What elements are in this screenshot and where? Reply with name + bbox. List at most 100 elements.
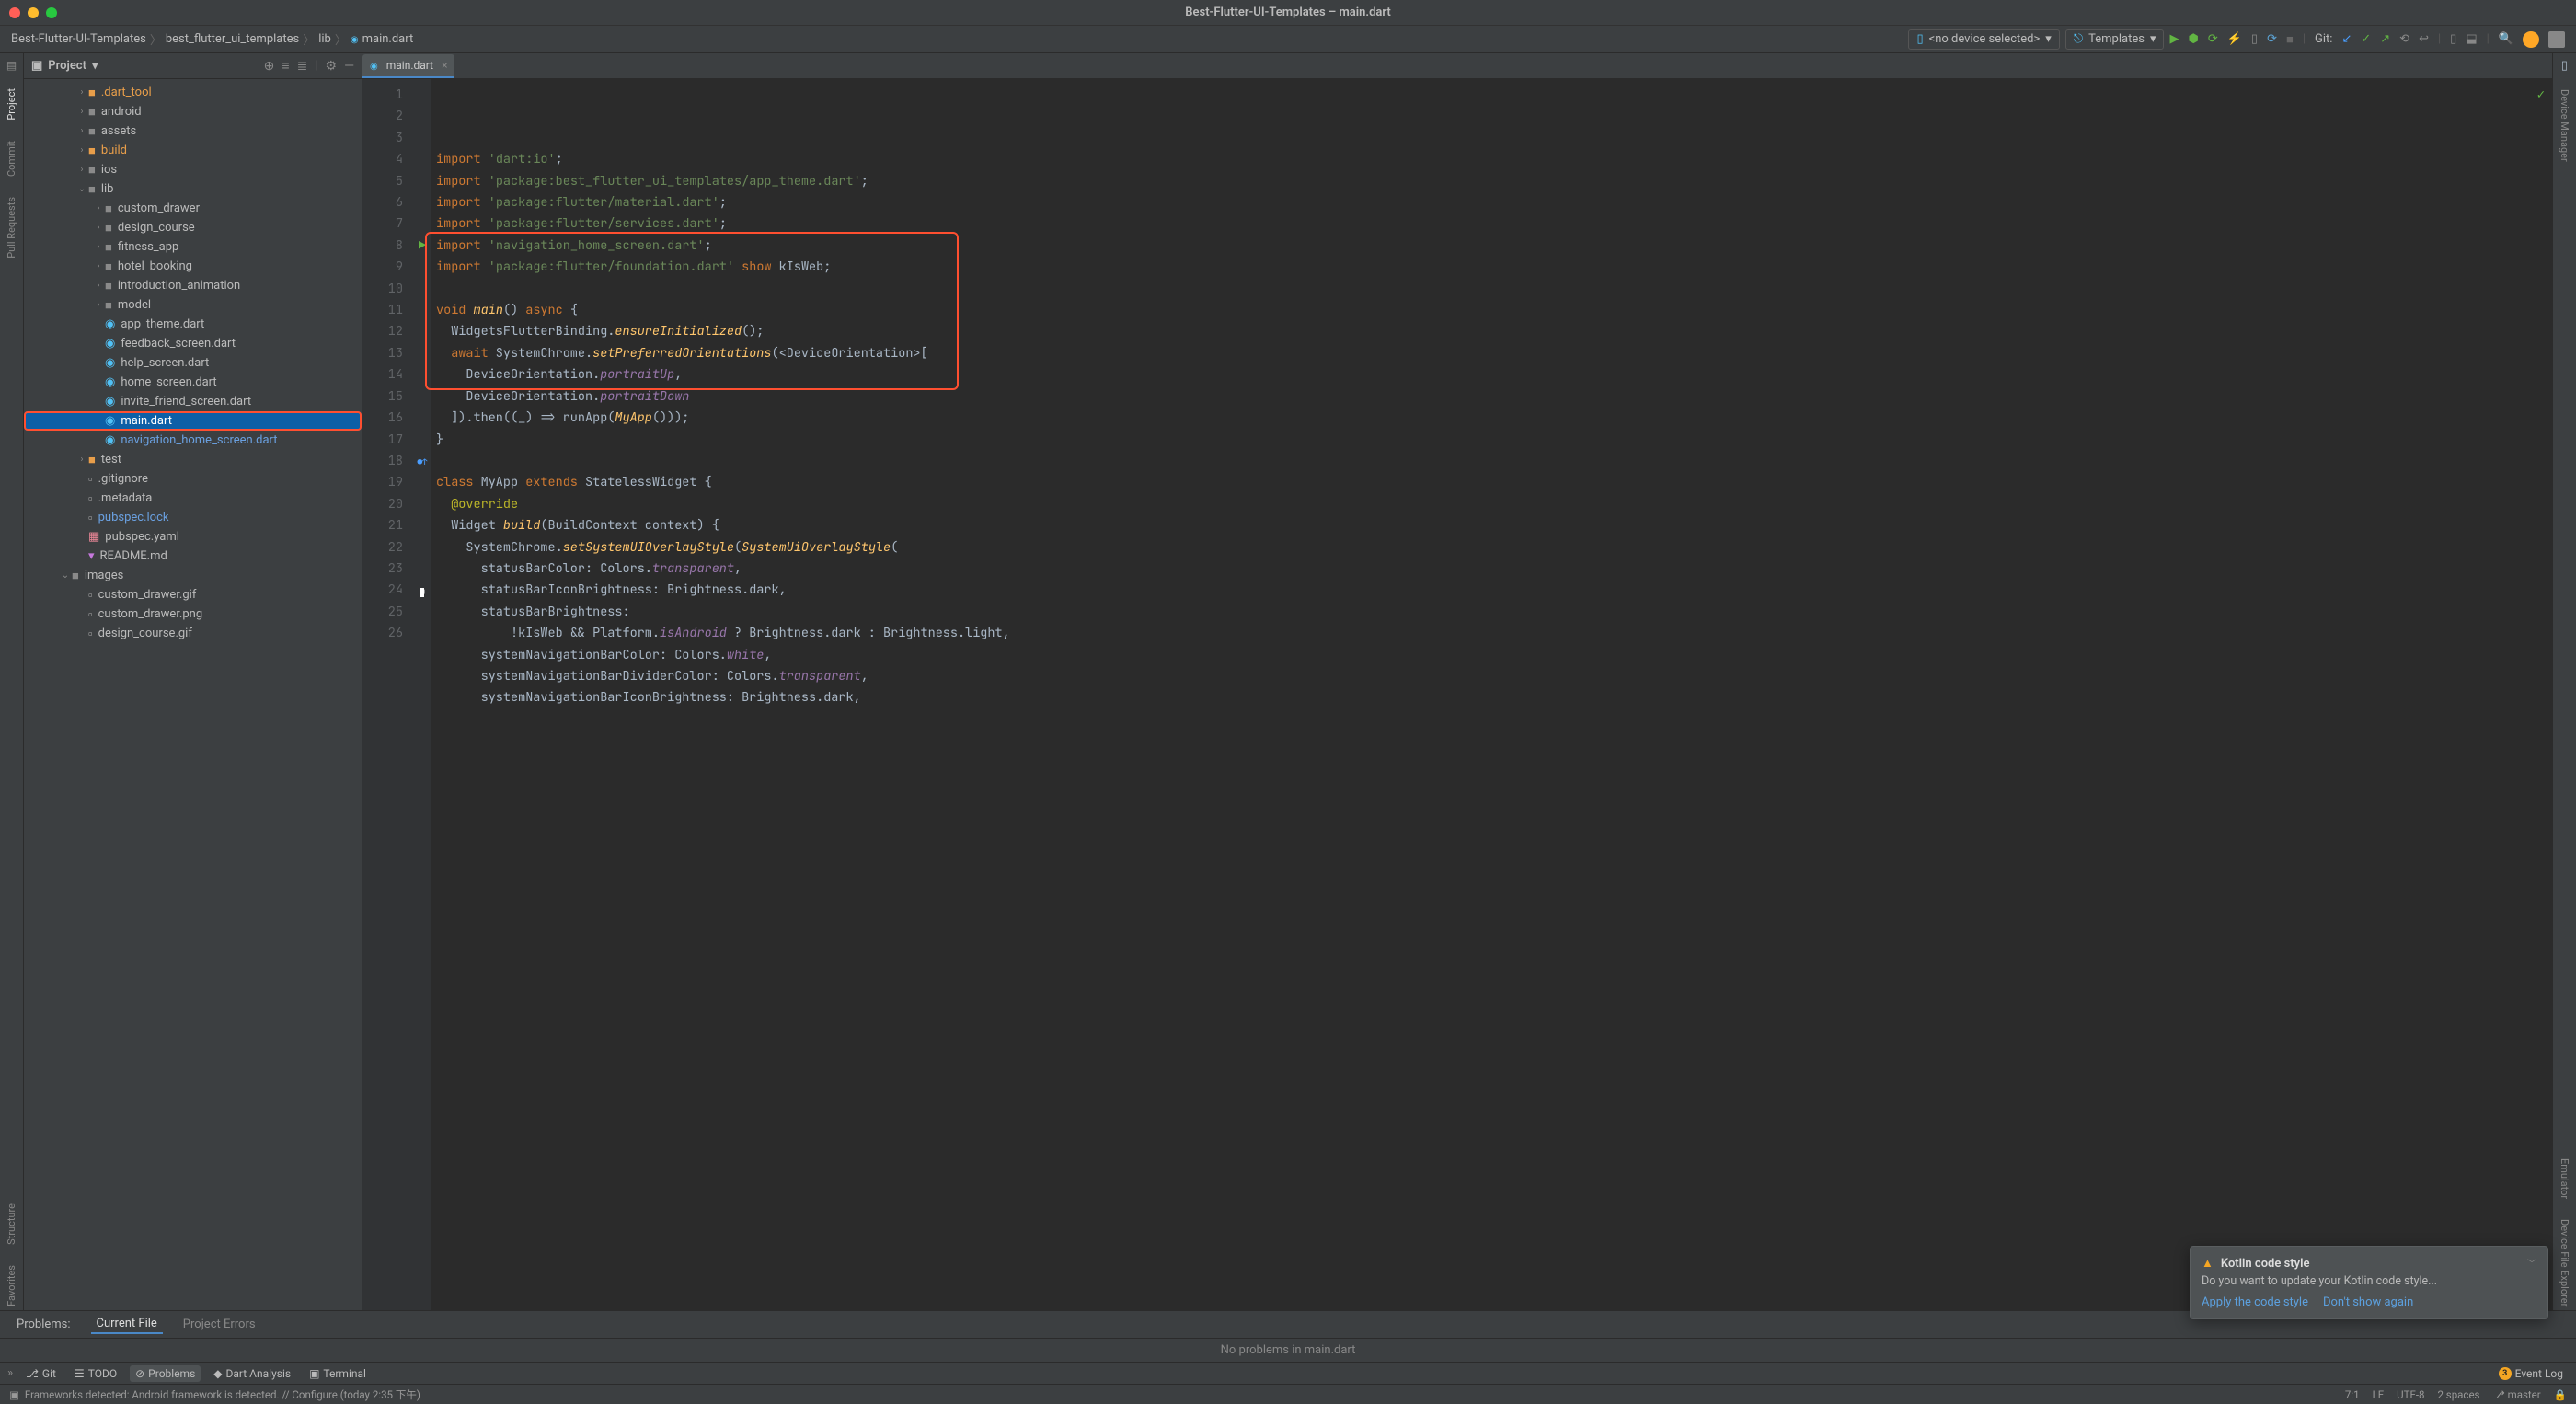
gutter-marker[interactable]: ■ xyxy=(414,581,431,604)
tree-file[interactable]: ▾README.md xyxy=(24,547,362,566)
gutter-marker[interactable] xyxy=(414,408,431,429)
history-button[interactable]: ⟲ xyxy=(2399,32,2409,46)
hide-button[interactable]: — xyxy=(344,59,354,74)
avd-button[interactable]: ▯ xyxy=(2450,32,2456,46)
gutter-marker[interactable] xyxy=(414,538,431,559)
chevron-icon[interactable]: › xyxy=(75,107,88,117)
code-line[interactable]: systemNavigationBarColor: Colors.white, xyxy=(436,645,2552,666)
code-line[interactable]: import 'package:best_flutter_ui_template… xyxy=(436,171,2552,192)
tree-file[interactable]: ▫design_course.gif xyxy=(24,624,362,643)
line-number[interactable]: 4 xyxy=(362,149,403,170)
tree-folder[interactable]: ›■.dart_tool xyxy=(24,83,362,102)
gutter-marker[interactable] xyxy=(414,300,431,321)
gutter-marker[interactable] xyxy=(414,171,431,192)
device-manager-icon[interactable]: ▯ xyxy=(2561,59,2568,73)
code-line[interactable]: import 'navigation_home_screen.dart'; xyxy=(436,236,2552,257)
chevron-icon[interactable]: ⌄ xyxy=(75,184,88,194)
line-number[interactable]: 25 xyxy=(362,602,403,623)
structure-tool-button[interactable]: Structure xyxy=(6,1200,17,1249)
code-line[interactable]: Widget build(BuildContext context) { xyxy=(436,515,2552,536)
line-number[interactable]: 16 xyxy=(362,408,403,429)
search-button[interactable]: 🔍 xyxy=(2499,32,2513,46)
tree-file[interactable]: ◉home_screen.dart xyxy=(24,373,362,392)
line-number[interactable]: 13 xyxy=(362,343,403,364)
sdk-button[interactable]: ⬓ xyxy=(2466,32,2477,46)
gutter-marker[interactable] xyxy=(414,192,431,213)
gutter-marker[interactable] xyxy=(414,386,431,408)
lock-icon[interactable]: 🔒 xyxy=(2554,1388,2567,1401)
line-number[interactable]: 8 xyxy=(362,236,403,257)
code-line[interactable]: DeviceOrientation.portraitUp, xyxy=(436,364,2552,386)
tree-folder[interactable]: ⌄■images xyxy=(24,566,362,585)
gutter-marker[interactable] xyxy=(414,128,431,149)
expand-button[interactable]: ≡ xyxy=(282,58,289,74)
tree-file[interactable]: ◉app_theme.dart xyxy=(24,315,362,334)
code-line[interactable]: SystemChrome.setSystemUIOverlayStyle(Sys… xyxy=(436,537,2552,558)
code-line[interactable]: WidgetsFlutterBinding.ensureInitialized(… xyxy=(436,321,2552,342)
tree-file[interactable]: ◉main.dart xyxy=(24,411,362,431)
gutter-marker[interactable] xyxy=(414,430,431,451)
gutter-marker[interactable] xyxy=(414,213,431,235)
inspection-check-icon[interactable]: ✓ xyxy=(2537,86,2545,103)
chevron-icon[interactable]: › xyxy=(75,145,88,155)
code-line[interactable] xyxy=(436,279,2552,300)
line-number[interactable]: 12 xyxy=(362,321,403,342)
line-number[interactable]: 14 xyxy=(362,364,403,386)
dont-show-again-link[interactable]: Don't show again xyxy=(2323,1295,2413,1309)
locate-button[interactable]: ⊕ xyxy=(264,59,275,74)
chevron-icon[interactable]: › xyxy=(92,223,105,233)
caret-position[interactable]: 7:1 xyxy=(2345,1388,2360,1401)
problems-tab-current[interactable]: Current File xyxy=(91,1315,163,1334)
tree-folder[interactable]: ›■model xyxy=(24,295,362,315)
tree-file[interactable]: ◉feedback_screen.dart xyxy=(24,334,362,353)
line-number-gutter[interactable]: 1234567891011121314151617181920212223242… xyxy=(362,79,414,1310)
gutter-marker[interactable] xyxy=(414,364,431,386)
tree-file[interactable]: ▫.gitignore xyxy=(24,469,362,489)
line-number[interactable]: 10 xyxy=(362,279,403,300)
git-update-button[interactable]: ↙ xyxy=(2341,32,2352,46)
tree-folder[interactable]: ›■assets xyxy=(24,121,362,141)
tree-file[interactable]: ◉help_screen.dart xyxy=(24,353,362,373)
run-button[interactable]: ▶ xyxy=(2169,32,2179,46)
gutter-marker[interactable] xyxy=(414,626,431,647)
event-log-button[interactable]: 3Event Log xyxy=(2493,1365,2569,1382)
coverage-button[interactable]: ⟳ xyxy=(2208,32,2218,46)
tree-folder[interactable]: ›■hotel_booking xyxy=(24,257,362,276)
code-line[interactable]: statusBarColor: Colors.transparent, xyxy=(436,558,2552,580)
gutter-marker[interactable] xyxy=(414,106,431,127)
close-tab-button[interactable]: × xyxy=(442,59,447,72)
gutter-marker[interactable] xyxy=(414,516,431,537)
chevron-icon[interactable]: › xyxy=(92,281,105,291)
run-config-selector[interactable]: ⎋ Templates ▾ xyxy=(2065,29,2165,50)
quick-access-button[interactable]: » xyxy=(7,1366,13,1380)
tree-file[interactable]: ◉invite_friend_screen.dart xyxy=(24,392,362,411)
device-selector[interactable]: ▯ <no device selected> ▾ xyxy=(1908,29,2059,50)
profile-button[interactable]: ⚡ xyxy=(2227,32,2242,46)
code-line[interactable]: statusBarBrightness: xyxy=(436,602,2552,623)
chevron-icon[interactable]: › xyxy=(75,455,88,465)
code-line[interactable] xyxy=(436,451,2552,472)
tree-file[interactable]: ▦pubspec.yaml xyxy=(24,527,362,547)
device-file-explorer-tool-button[interactable]: Device File Explorer xyxy=(2559,1215,2570,1310)
gutter-marker[interactable] xyxy=(414,343,431,364)
collapse-notification-button[interactable]: ﹀ xyxy=(2525,1256,2538,1270)
chevron-icon[interactable]: ⌄ xyxy=(59,570,72,581)
tree-file[interactable]: ▫pubspec.lock xyxy=(24,508,362,527)
gutter-marker[interactable] xyxy=(414,279,431,300)
dart-analysis-tool-button[interactable]: ◆Dart Analysis xyxy=(208,1365,296,1382)
code-line[interactable]: DeviceOrientation.portraitDown xyxy=(436,386,2552,408)
chevron-icon[interactable]: › xyxy=(75,87,88,98)
project-view-selector[interactable]: ▣ Project ▾ xyxy=(31,59,98,73)
line-number[interactable]: 20 xyxy=(362,494,403,515)
file-encoding[interactable]: UTF-8 xyxy=(2397,1388,2424,1401)
pull-requests-tool-button[interactable]: Pull Requests xyxy=(6,193,17,262)
line-number[interactable]: 26 xyxy=(362,623,403,644)
line-number[interactable]: 19 xyxy=(362,472,403,493)
code-line[interactable]: ]).then((_) => runApp(MyApp())); xyxy=(436,408,2552,429)
project-icon[interactable]: ▤ xyxy=(6,59,17,72)
collapse-button[interactable]: ≣ xyxy=(297,59,308,74)
breadcrumb-item[interactable]: main.dart xyxy=(351,32,413,46)
git-commit-button[interactable]: ✓ xyxy=(2361,32,2371,46)
hot-reload-button[interactable]: ⟳ xyxy=(2267,32,2277,46)
code-line[interactable]: @override xyxy=(436,494,2552,515)
